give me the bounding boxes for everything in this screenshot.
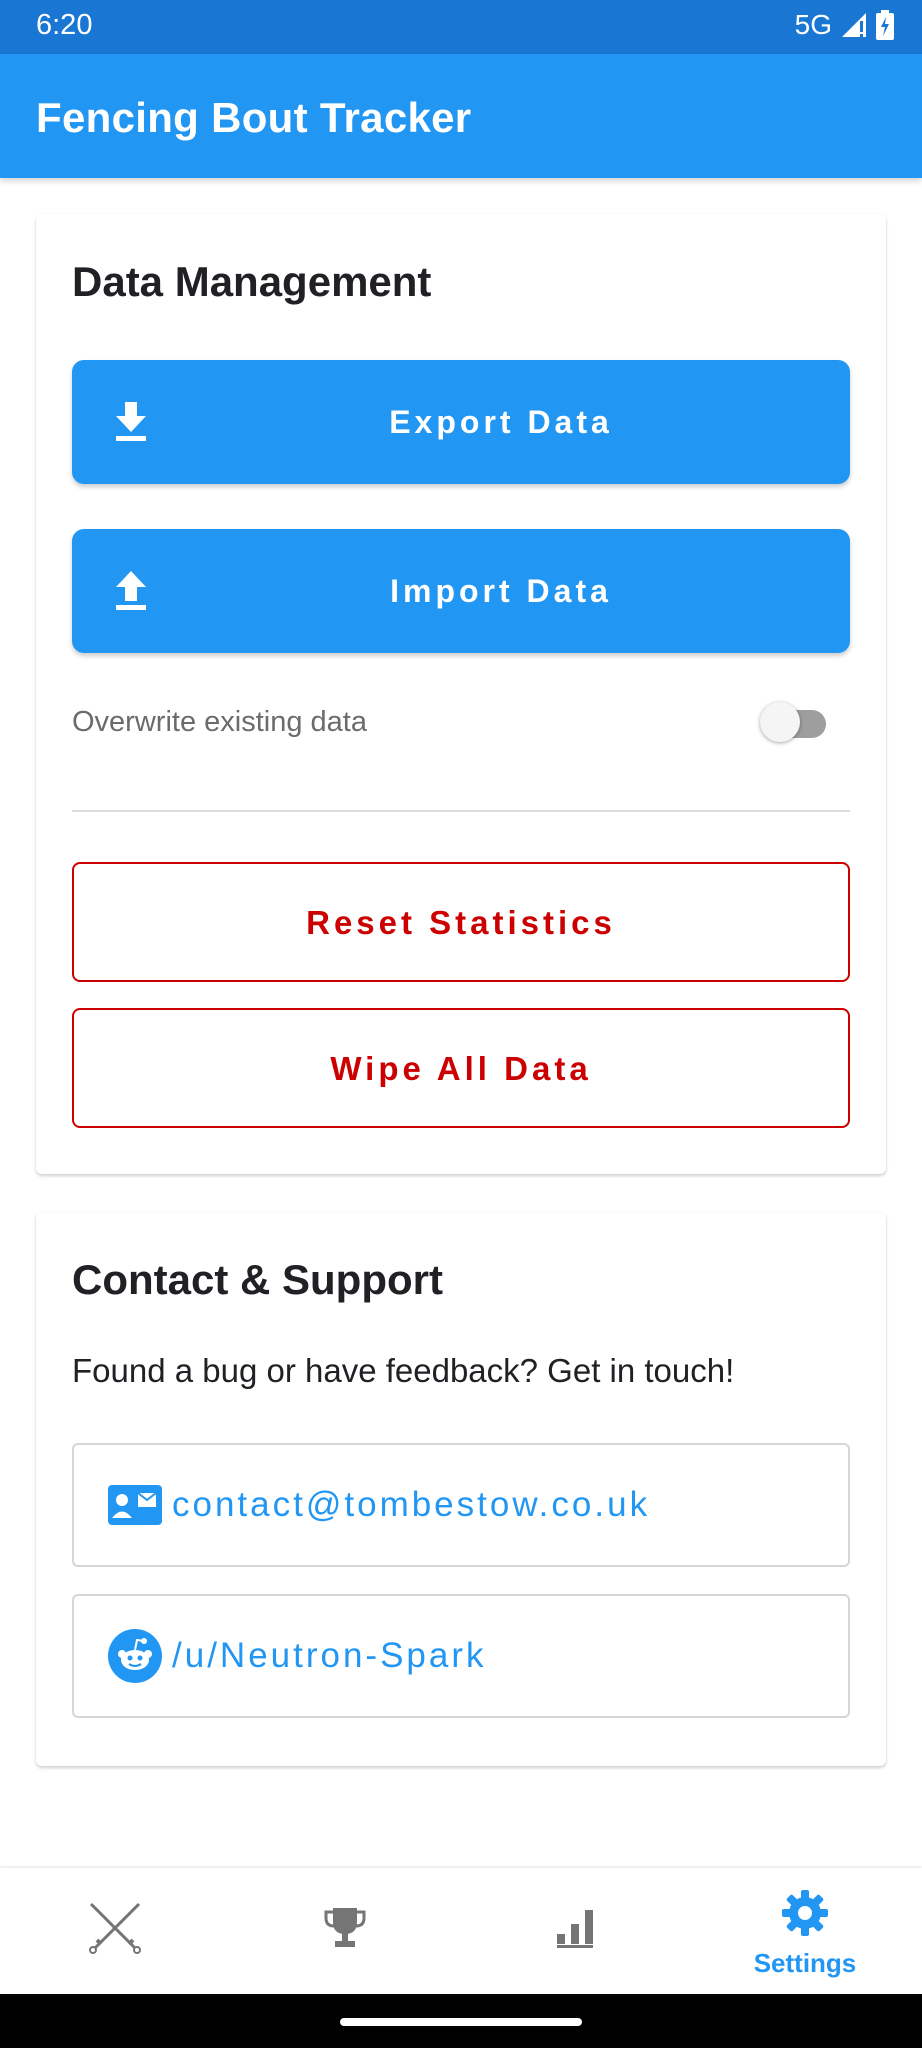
nav-settings-label: Settings (753, 1948, 857, 1978)
status-icons: 5G (795, 9, 894, 41)
overwrite-row: Overwrite existing data (72, 692, 850, 752)
data-management-card: Data Management Export Data Import Data … (36, 214, 886, 1174)
battery-icon (876, 10, 894, 40)
reddit-link[interactable]: /u/Neutron-Spark (72, 1594, 850, 1718)
reset-statistics-label: Reset Statistics (306, 904, 616, 941)
crossed-swords-icon (85, 1898, 145, 1963)
nav-statistics[interactable] (460, 1868, 690, 1994)
gear-icon (782, 1890, 828, 1941)
nav-tournaments[interactable] (230, 1868, 460, 1994)
reset-statistics-button[interactable]: Reset Statistics (72, 862, 850, 982)
nav-bouts[interactable] (0, 1868, 230, 1994)
overwrite-switch[interactable] (760, 702, 826, 742)
network-type: 5G (794, 9, 832, 40)
signal-icon (840, 11, 868, 39)
contact-support-title: Contact & Support (72, 1256, 443, 1303)
app-title: Fencing Bout Tracker (36, 94, 472, 141)
reddit-icon (108, 1629, 162, 1688)
import-data-label: Import Data (390, 573, 612, 609)
contact-support-card: Contact & Support Found a bug or have fe… (36, 1212, 886, 1766)
reddit-text: /u/Neutron-Spark (172, 1636, 487, 1675)
bottom-navigation: Settings (0, 1868, 922, 1994)
bar-chart-icon (555, 1908, 595, 1953)
email-link[interactable]: contact@tombestow.co.uk (72, 1443, 850, 1567)
divider (72, 810, 850, 812)
export-data-button[interactable]: Export Data (72, 360, 850, 484)
gesture-bar (0, 1994, 922, 2048)
import-data-button[interactable]: Import Data (72, 529, 850, 653)
status-time: 6:20 (36, 9, 93, 41)
support-description: Found a bug or have feedback? Get in tou… (72, 1352, 735, 1389)
home-indicator[interactable] (340, 2018, 582, 2026)
export-data-label: Export Data (389, 404, 613, 440)
email-text: contact@tombestow.co.uk (172, 1485, 651, 1524)
contact-mail-icon (108, 1485, 162, 1530)
data-management-title: Data Management (72, 258, 432, 305)
overwrite-label: Overwrite existing data (72, 706, 367, 738)
wipe-all-data-button[interactable]: Wipe All Data (72, 1008, 850, 1128)
nav-settings[interactable]: Settings (690, 1868, 920, 1994)
app-bar: Fencing Bout Tracker (0, 54, 922, 178)
wipe-all-data-label: Wipe All Data (330, 1050, 592, 1087)
switch-thumb (760, 702, 800, 742)
status-bar: 6:20 5G (0, 0, 922, 54)
trophy-icon (323, 1906, 367, 1955)
